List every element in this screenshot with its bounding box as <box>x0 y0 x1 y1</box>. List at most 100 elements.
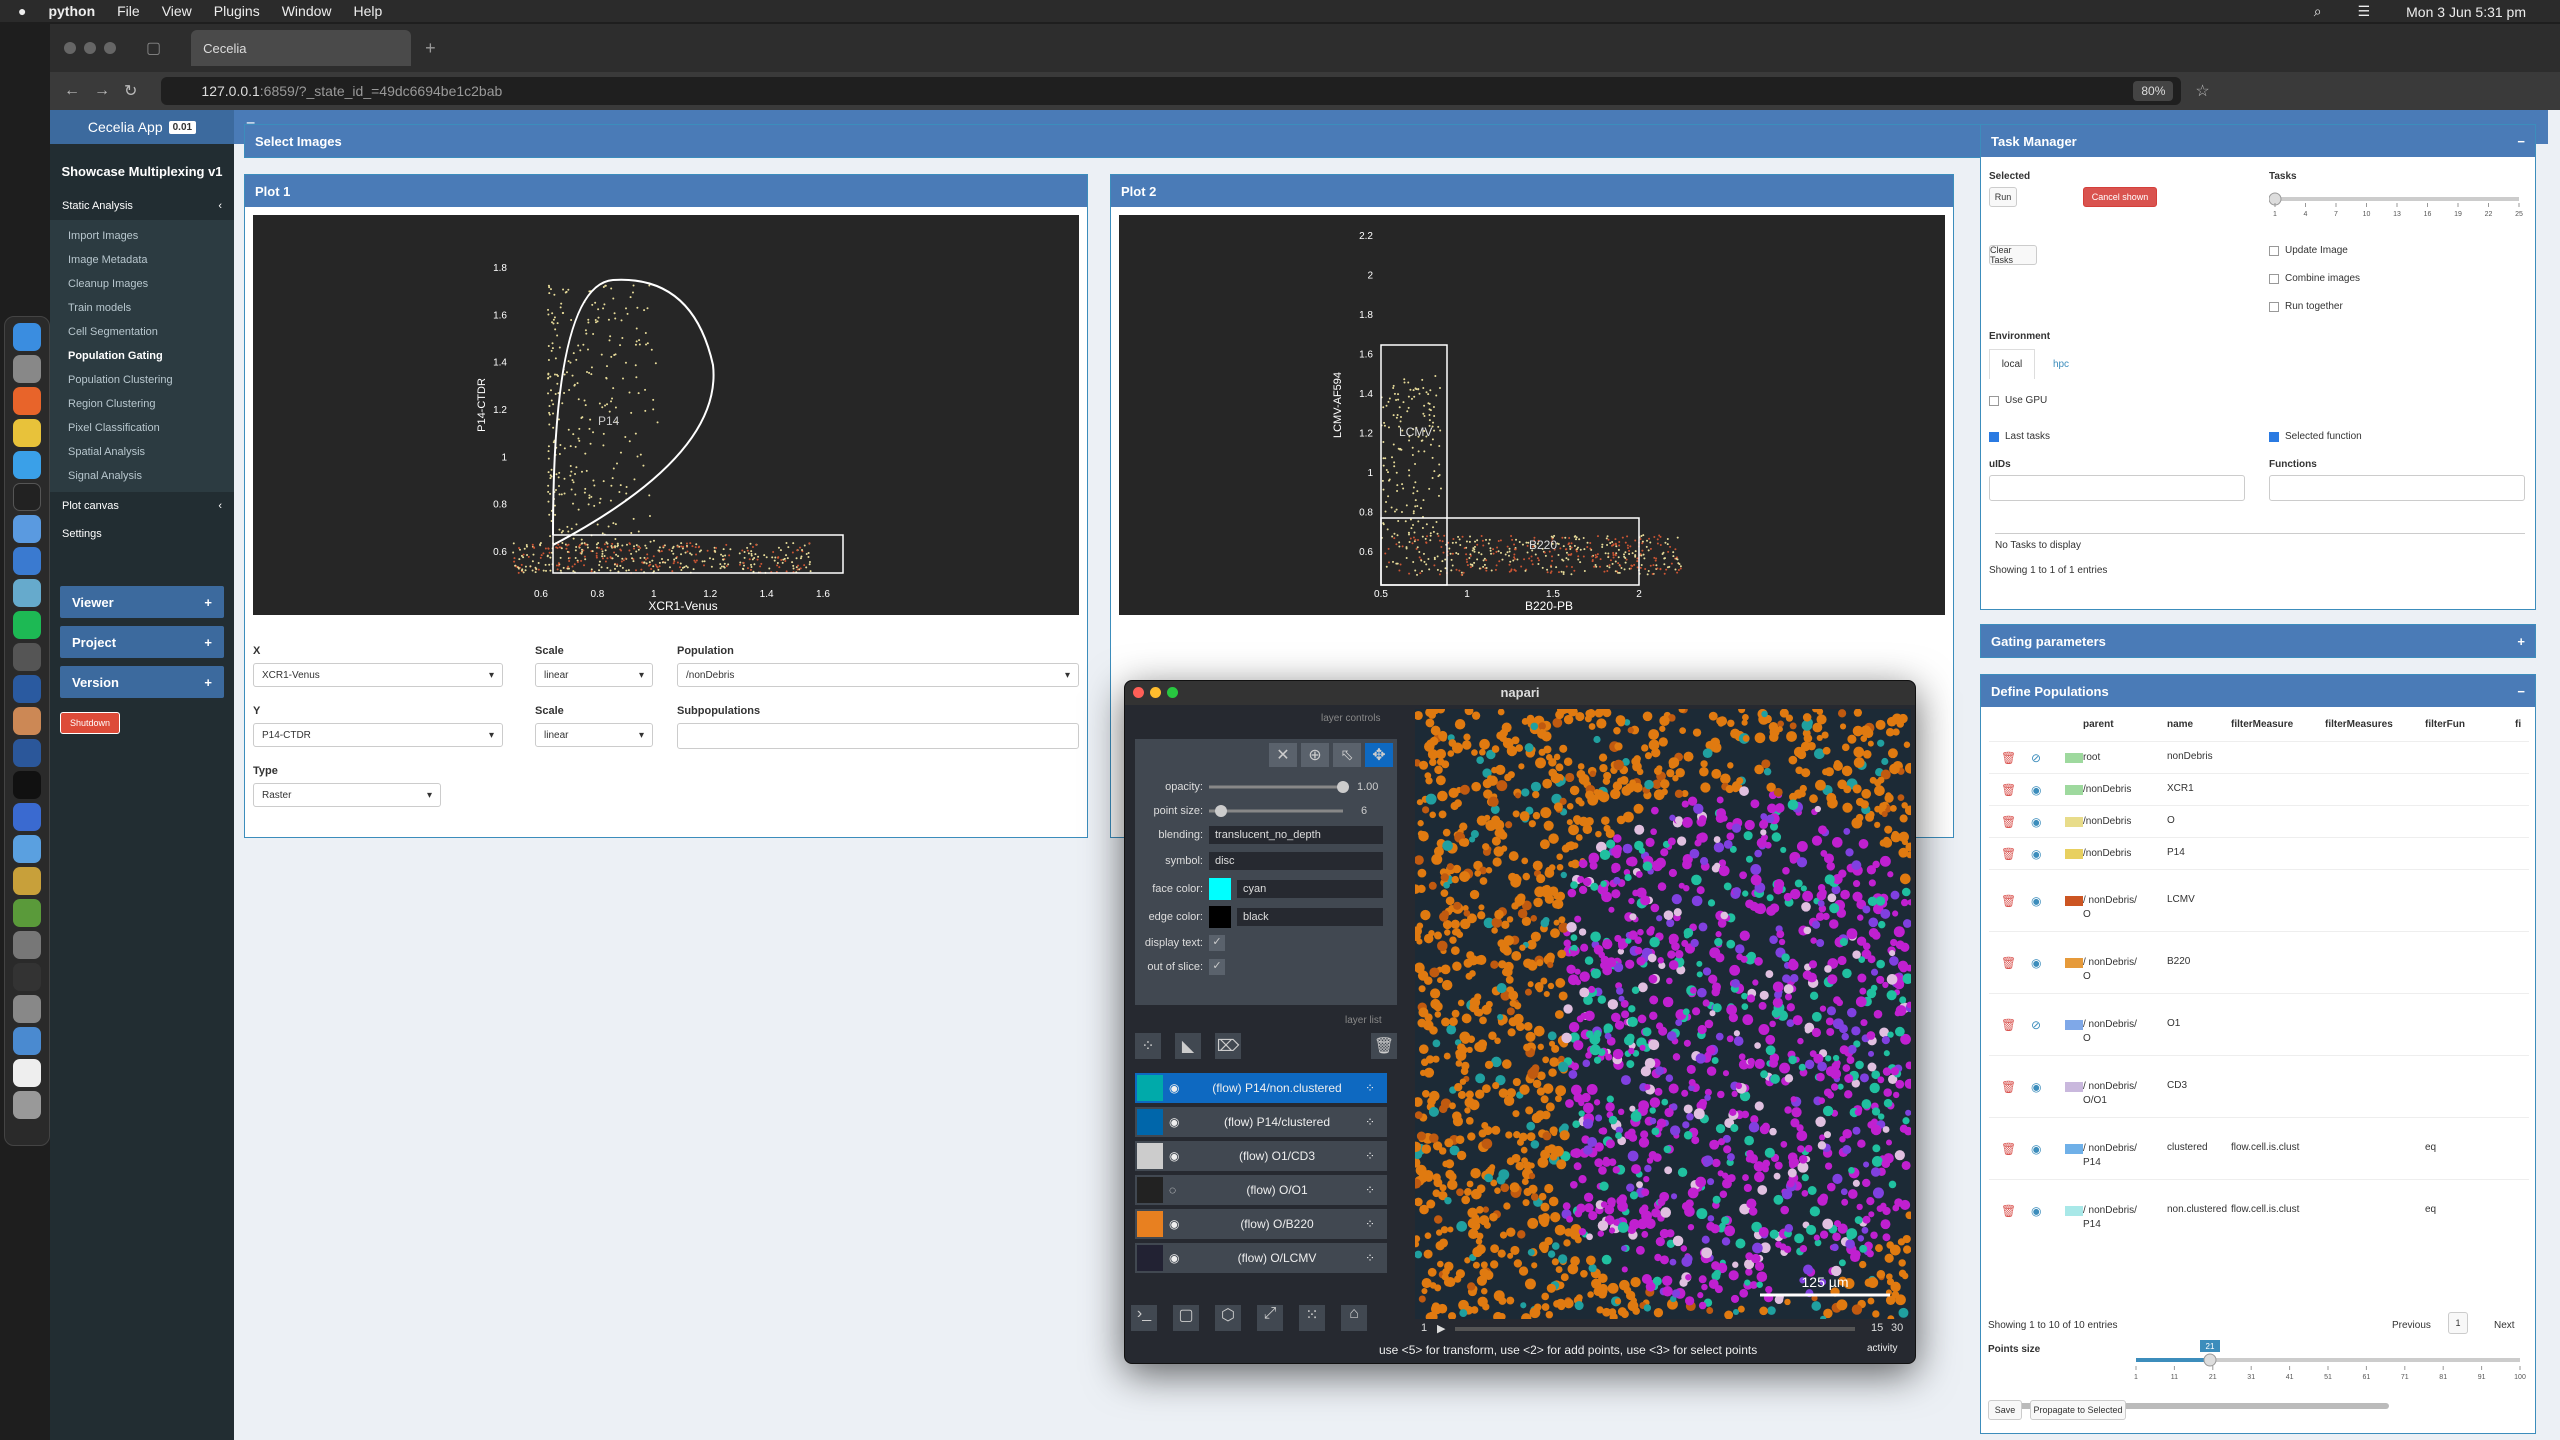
population-row[interactable]: 🗑 ⊘ root nonDebris <box>1989 741 2529 773</box>
population-row[interactable]: 🗑 ◉ /nonDebris P14 <box>1989 837 2529 869</box>
type-select[interactable]: Raster <box>253 783 441 807</box>
sidebar-item-image-metadata[interactable]: Image Metadata <box>50 248 234 272</box>
run-together-checkbox[interactable]: Run together <box>2269 301 2343 312</box>
update-image-checkbox[interactable]: Update Image <box>2269 245 2348 256</box>
select-points-icon[interactable]: ⬁ <box>1333 743 1361 767</box>
app-icon[interactable] <box>13 643 41 671</box>
home-icon[interactable]: ⌂ <box>1341 1305 1367 1331</box>
visibility-icon[interactable]: ◉ <box>1169 1251 1189 1265</box>
blending-dropdown[interactable]: translucent_no_depth <box>1209 826 1383 844</box>
x-select[interactable]: XCR1-Venus <box>253 663 503 687</box>
delete-row-icon[interactable]: 🗑 <box>2001 1018 2016 1032</box>
color-swatch[interactable] <box>2065 1082 2083 1092</box>
eye-icon[interactable]: ◉ <box>2031 894 2041 908</box>
layer-item[interactable]: ◉ (flow) P14/non.clustered ⁘ <box>1135 1073 1387 1103</box>
prev-button[interactable]: Previous <box>2392 1320 2431 1331</box>
eye-off-icon[interactable]: ⊘ <box>2031 1018 2041 1032</box>
delete-row-icon[interactable]: 🗑 <box>2001 894 2016 908</box>
opacity-slider[interactable] <box>1209 780 1349 794</box>
play-icon[interactable]: ▶ <box>1437 1322 1445 1335</box>
sidebar-item-region-clustering[interactable]: Region Clustering <box>50 392 234 416</box>
tab-overview-icon[interactable]: ▢ <box>146 38 161 58</box>
delete-row-icon[interactable]: 🗑 <box>2001 956 2016 970</box>
color-swatch[interactable] <box>2065 1144 2083 1154</box>
selected-function-checkbox[interactable]: Selected function <box>2269 431 2362 442</box>
document-icon[interactable] <box>13 1059 41 1087</box>
add-points-icon[interactable]: ⊕ <box>1301 743 1329 767</box>
color-swatch[interactable] <box>2065 896 2083 906</box>
y-scale-select[interactable]: linear <box>535 723 653 747</box>
gating-params-header[interactable]: Gating parameters + <box>1981 625 2535 657</box>
color-swatch[interactable] <box>2065 785 2083 795</box>
new-tab-icon[interactable]: + <box>425 38 436 59</box>
population-row[interactable]: 🗑 ◉ / nonDebris/ O/O1 CD3 <box>1989 1055 2529 1117</box>
task-manager-header[interactable]: Task Manager − <box>1981 125 2535 157</box>
minimize-dot[interactable] <box>1150 687 1161 698</box>
browser-tab[interactable]: Cecelia <box>191 30 412 66</box>
firefox-icon[interactable] <box>13 387 41 415</box>
close-dot[interactable] <box>64 42 76 54</box>
forward-icon[interactable]: → <box>94 82 110 100</box>
sidebar-item-cell-segmentation[interactable]: Cell Segmentation <box>50 320 234 344</box>
pan-zoom-icon[interactable]: ✥ <box>1365 743 1393 767</box>
trash-icon[interactable] <box>13 1091 41 1119</box>
eye-icon[interactable]: ◉ <box>2031 1080 2041 1094</box>
clock[interactable]: Mon 3 Jun 5:31 pm <box>2406 4 2526 20</box>
layer-item[interactable]: ◉ (flow) O/LCMV ⁘ <box>1135 1243 1387 1273</box>
terminal-icon[interactable] <box>13 483 41 511</box>
app-icon[interactable] <box>13 547 41 575</box>
x-scale-select[interactable]: linear <box>535 663 653 687</box>
edge-color-input[interactable]: black <box>1237 908 1383 926</box>
sidebar-item-spatial-analysis[interactable]: Spatial Analysis <box>50 440 234 464</box>
col-filterfun[interactable]: filterFun <box>2425 719 2465 730</box>
last-tasks-checkbox[interactable]: Last tasks <box>1989 431 2050 442</box>
propagate-button[interactable]: Propagate to Selected <box>2030 1400 2126 1420</box>
app-icon[interactable] <box>13 867 41 895</box>
back-icon[interactable]: ← <box>64 82 80 100</box>
sidebar-item-pixel-classification[interactable]: Pixel Classification <box>50 416 234 440</box>
out-of-slice-checkbox[interactable]: ✓ <box>1209 959 1225 975</box>
color-swatch[interactable] <box>2065 817 2083 827</box>
shutdown-button[interactable]: Shutdown <box>60 712 120 734</box>
population-row[interactable]: 🗑 ◉ /nonDebris XCR1 <box>1989 773 2529 805</box>
project-button[interactable]: Project + <box>60 626 224 658</box>
population-select[interactable]: /nonDebris <box>677 663 1079 687</box>
combine-images-checkbox[interactable]: Combine images <box>2269 273 2360 284</box>
run-button[interactable]: Run <box>1989 187 2017 207</box>
menu-file[interactable]: File <box>117 3 140 19</box>
menu-app-name[interactable]: python <box>48 3 95 19</box>
url-field[interactable]: 127.0.0.1:6859/?_state_id_=49dc6694be1c2… <box>161 77 2182 105</box>
sidebar-item-population-clustering[interactable]: Population Clustering <box>50 368 234 392</box>
layer-item[interactable]: ◉ (flow) O/B220 ⁘ <box>1135 1209 1387 1239</box>
new-points-layer-icon[interactable]: ⁘ <box>1135 1033 1161 1059</box>
col-parent[interactable]: parent <box>2083 719 2114 730</box>
population-row[interactable]: 🗑 ◉ / nonDebris/ O LCMV <box>1989 869 2529 931</box>
dims-slider[interactable]: 1 ▶ 15 30 <box>1415 1321 1911 1337</box>
control-center-icon[interactable]: ☰ <box>2358 3 2371 20</box>
delete-row-icon[interactable]: 🗑 <box>2001 815 2016 829</box>
sidebar-settings[interactable]: Settings <box>50 520 234 548</box>
spotify-icon[interactable] <box>13 611 41 639</box>
visibility-icon[interactable]: ◉ <box>1169 1115 1189 1129</box>
sidebar-plot-canvas[interactable]: Plot canvas ‹ <box>50 492 234 520</box>
col-filtermeasure[interactable]: filterMeasure <box>2231 719 2293 730</box>
eye-icon[interactable]: ◉ <box>2031 815 2041 829</box>
minimize-dot[interactable] <box>84 42 96 54</box>
color-swatch[interactable] <box>2065 958 2083 968</box>
layer-item[interactable]: ◌ (flow) O/O1 ⁘ <box>1135 1175 1387 1205</box>
zoom-level[interactable]: 80% <box>2133 81 2174 101</box>
delete-row-icon[interactable]: 🗑 <box>2001 1080 2016 1094</box>
roll-dims-icon[interactable]: ⬡ <box>1215 1305 1241 1331</box>
sidebar-item-signal-analysis[interactable]: Signal Analysis <box>50 464 234 488</box>
version-button[interactable]: Version + <box>60 666 224 698</box>
color-swatch[interactable] <box>2065 849 2083 859</box>
app-icon[interactable] <box>13 515 41 543</box>
app-icon[interactable] <box>13 803 41 831</box>
delete-points-icon[interactable]: ✕ <box>1269 743 1297 767</box>
cancel-shown-button[interactable]: Cancel shown <box>2083 187 2157 207</box>
visibility-icon[interactable]: ◉ <box>1169 1217 1189 1231</box>
face-color-input[interactable]: cyan <box>1237 880 1383 898</box>
app-icon[interactable] <box>13 675 41 703</box>
visibility-icon[interactable]: ◉ <box>1169 1081 1189 1095</box>
delete-row-icon[interactable]: 🗑 <box>2001 1204 2016 1218</box>
